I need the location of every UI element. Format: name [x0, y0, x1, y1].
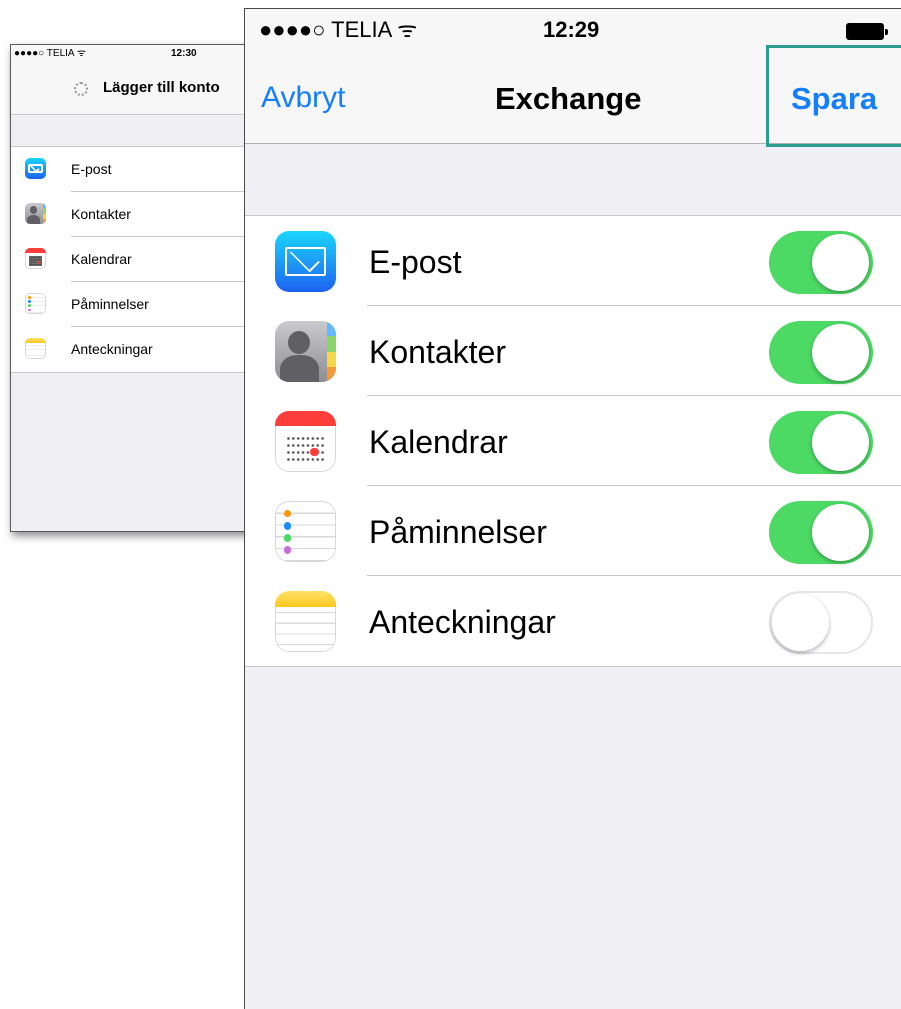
adding-account-screenshot: ●●●●○ TELIA ᯤ 12:30 Lägger till konto E-…	[10, 44, 262, 532]
calendar-icon	[25, 248, 46, 269]
exchange-settings-screenshot: ●●●●○ TELIA ᯤ 12:29 Avbryt Exchange Spar…	[244, 8, 901, 1009]
reminders-icon	[275, 501, 336, 562]
toggle-knob	[812, 504, 869, 561]
list-item-label: Kontakter	[369, 334, 506, 370]
list-item-label: E-post	[369, 244, 462, 280]
list-item-calendar: Kalendrar	[245, 396, 901, 486]
list-item-label: Kalendrar	[71, 251, 132, 267]
carrier-label: ●●●●○ TELIA ᯤ	[259, 17, 418, 42]
toggle-knob	[812, 324, 869, 381]
service-list: E-post Kontakter Kalendrar Påminnelser A…	[245, 215, 901, 667]
list-item-notes[interactable]: Anteckningar	[11, 327, 261, 372]
mail-icon	[25, 158, 46, 179]
status-time: 12:30	[171, 48, 197, 59]
calendar-icon	[275, 411, 336, 472]
list-item-label: Anteckningar	[369, 604, 556, 640]
list-item-label: Anteckningar	[71, 341, 153, 357]
calendar-toggle[interactable]	[769, 411, 873, 474]
navigation-bar: Avbryt Exchange Spara	[245, 45, 901, 147]
status-time: 12:29	[543, 17, 600, 42]
navigation-bar: Lägger till konto	[11, 63, 261, 115]
list-item-calendar[interactable]: Kalendrar	[11, 237, 261, 282]
toggle-knob	[772, 594, 829, 651]
toggle-knob	[812, 234, 869, 291]
carrier-label: ●●●●○ TELIA ᯤ	[14, 48, 86, 59]
page-title: Exchange	[495, 81, 642, 116]
list-item-label: Kalendrar	[369, 424, 508, 460]
contacts-icon	[25, 203, 46, 224]
spinner-icon	[74, 82, 88, 96]
list-item-mail: E-post	[245, 216, 901, 306]
service-list: E-post Kontakter Kalendrar Påminnelser A…	[11, 146, 261, 373]
notes-icon	[275, 591, 336, 652]
list-item-reminders: Påminnelser	[245, 486, 901, 576]
list-item-contacts[interactable]: Kontakter	[11, 192, 261, 237]
list-item-label: Påminnelser	[71, 296, 149, 312]
list-item-mail[interactable]: E-post	[11, 147, 261, 192]
notes-icon	[25, 338, 46, 359]
mail-icon	[275, 231, 336, 292]
list-item-reminders[interactable]: Påminnelser	[11, 282, 261, 327]
save-button[interactable]: Spara	[791, 81, 877, 117]
contacts-toggle[interactable]	[769, 321, 873, 384]
battery-full-icon	[846, 23, 888, 40]
list-item-notes: Anteckningar	[245, 576, 901, 666]
toggle-knob	[812, 414, 869, 471]
list-item-label: Påminnelser	[369, 514, 547, 550]
list-item-label: E-post	[71, 161, 112, 177]
status-bar: ●●●●○ TELIA ᯤ 12:30	[11, 45, 261, 63]
cancel-button[interactable]: Avbryt	[261, 81, 345, 115]
list-item-label: Kontakter	[71, 206, 131, 222]
mail-toggle[interactable]	[769, 231, 873, 294]
list-item-contacts: Kontakter	[245, 306, 901, 396]
reminders-icon	[25, 293, 46, 314]
nav-title: Lägger till konto	[103, 79, 220, 96]
reminders-toggle[interactable]	[769, 501, 873, 564]
notes-toggle[interactable]	[769, 591, 873, 654]
contacts-icon	[275, 321, 336, 382]
